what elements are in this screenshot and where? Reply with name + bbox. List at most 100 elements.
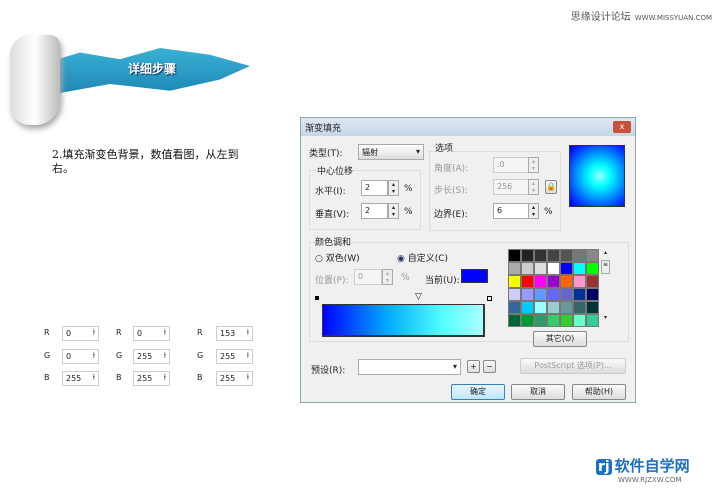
palette-swatch[interactable]	[521, 275, 534, 288]
end-marker[interactable]	[487, 296, 492, 301]
vertical-spinner[interactable]: ▴ ▾	[388, 203, 399, 219]
channel-label: B	[116, 373, 122, 382]
steps-spinner[interactable]: ▴ ▾	[528, 179, 539, 195]
palette-swatch[interactable]	[508, 262, 521, 275]
steps-input[interactable]: 256	[493, 179, 529, 195]
palette-swatch[interactable]	[573, 288, 586, 301]
banner: 详细步骤	[10, 30, 260, 125]
start-marker[interactable]	[315, 296, 319, 300]
palette-swatch[interactable]	[586, 288, 599, 301]
palette-swatch[interactable]	[534, 301, 547, 314]
current-color-swatch[interactable]	[461, 269, 488, 283]
edge-input[interactable]: 6	[493, 203, 529, 219]
palette-swatch[interactable]	[508, 301, 521, 314]
spinner-icon[interactable]: ⍿	[93, 351, 95, 361]
horizontal-spinner[interactable]: ▴ ▾	[388, 180, 399, 196]
palette-swatch[interactable]	[573, 275, 586, 288]
channel-g-input[interactable]: 255 ⍿	[133, 349, 170, 364]
palette-swatch[interactable]	[534, 275, 547, 288]
palette-swatch[interactable]	[586, 262, 599, 275]
palette-swatch[interactable]	[521, 314, 534, 327]
palette-swatch[interactable]	[560, 288, 573, 301]
palette-swatch[interactable]	[547, 314, 560, 327]
spinner-icon[interactable]: ⍿	[164, 373, 166, 383]
two-color-radio[interactable]: ○ 双色(W)	[315, 251, 360, 264]
palette-swatch[interactable]	[560, 275, 573, 288]
palette-swatch[interactable]	[560, 262, 573, 275]
palette-swatch[interactable]	[547, 301, 560, 314]
channel-r-input[interactable]: 0 ⍿	[62, 326, 99, 341]
channel-g-input[interactable]: 255 ⍿	[216, 349, 253, 364]
channel-label: R	[197, 328, 203, 337]
horizontal-input[interactable]: 2	[361, 180, 388, 196]
palette-swatch[interactable]	[521, 288, 534, 301]
palette-swatch[interactable]	[547, 275, 560, 288]
palette-swatch[interactable]	[521, 262, 534, 275]
edge-spinner[interactable]: ▴ ▾	[528, 203, 539, 219]
channel-b-input[interactable]: 255 ⍿	[62, 371, 99, 386]
midpoint-triangle-icon[interactable]: ▽	[415, 292, 422, 302]
position-spinner[interactable]: ▴ ▾	[382, 269, 393, 285]
angle-input[interactable]: .0	[493, 157, 529, 173]
help-button[interactable]: 帮助(H)	[572, 384, 626, 400]
channel-g-input[interactable]: 0 ⍿	[62, 349, 99, 364]
banner-title: 详细步骤	[128, 62, 177, 76]
palette-scrollbar[interactable]: ▴ ≡ ▾	[601, 249, 610, 327]
palette-swatch[interactable]	[560, 249, 573, 262]
palette-swatch[interactable]	[547, 249, 560, 262]
spinner-icon[interactable]: ⍿	[164, 328, 166, 338]
palette-swatch[interactable]	[547, 262, 560, 275]
site-logo: rj 软件自学网 WWW.RJZXW.COM	[596, 457, 690, 484]
palette-swatch[interactable]	[508, 275, 521, 288]
postscript-options-button[interactable]: PostScript 选项(P)...	[520, 358, 626, 374]
close-button[interactable]: x	[613, 121, 631, 133]
spinner-icon[interactable]: ⍿	[164, 351, 166, 361]
percent-label: %	[404, 207, 413, 217]
palette-swatch[interactable]	[534, 262, 547, 275]
add-preset-button[interactable]: +	[467, 360, 480, 373]
palette-swatch[interactable]	[560, 314, 573, 327]
palette-swatch[interactable]	[521, 249, 534, 262]
palette-swatch[interactable]	[573, 249, 586, 262]
channel-label: R	[116, 328, 122, 337]
palette-swatch[interactable]	[586, 314, 599, 327]
spinner-icon[interactable]: ⍿	[247, 328, 249, 338]
palette-swatch[interactable]	[573, 314, 586, 327]
color-palette[interactable]	[508, 249, 599, 327]
palette-swatch[interactable]	[573, 262, 586, 275]
cancel-button[interactable]: 取消	[511, 384, 565, 400]
palette-swatch[interactable]	[508, 288, 521, 301]
type-select[interactable]: 辐射 ▾	[358, 144, 424, 160]
gradient-bar[interactable]	[322, 304, 485, 337]
palette-swatch[interactable]	[534, 249, 547, 262]
palette-swatch[interactable]	[547, 288, 560, 301]
spinner-icon[interactable]: ⍿	[247, 351, 249, 361]
channel-r-input[interactable]: 0 ⍿	[133, 326, 170, 341]
position-input[interactable]: 0	[354, 269, 382, 285]
spinner-icon[interactable]: ⍿	[93, 373, 95, 383]
palette-swatch[interactable]	[573, 301, 586, 314]
palette-swatch[interactable]	[534, 314, 547, 327]
spinner-icon[interactable]: ⍿	[247, 373, 249, 383]
custom-radio[interactable]: ◉ 自定义(C)	[397, 251, 448, 264]
palette-swatch[interactable]	[534, 288, 547, 301]
palette-swatch[interactable]	[560, 301, 573, 314]
steps-label: 步长(S):	[434, 186, 468, 196]
channel-b-input[interactable]: 255 ⍿	[133, 371, 170, 386]
palette-swatch[interactable]	[586, 249, 599, 262]
ok-button[interactable]: 确定	[451, 384, 505, 400]
remove-preset-button[interactable]: −	[483, 360, 496, 373]
vertical-input[interactable]: 2	[361, 203, 388, 219]
spinner-icon[interactable]: ⍿	[93, 328, 95, 338]
palette-swatch[interactable]	[586, 275, 599, 288]
lock-icon[interactable]: 🔒	[545, 180, 557, 194]
angle-spinner[interactable]: ▴ ▾	[528, 157, 539, 173]
palette-swatch[interactable]	[508, 314, 521, 327]
palette-swatch[interactable]	[521, 301, 534, 314]
preset-input[interactable]: ▾	[358, 359, 461, 375]
others-button[interactable]: 其它(O)	[533, 331, 587, 347]
channel-b-input[interactable]: 255 ⍿	[216, 371, 253, 386]
palette-swatch[interactable]	[586, 301, 599, 314]
channel-r-input[interactable]: 153 ⍿	[216, 326, 253, 341]
palette-swatch[interactable]	[508, 249, 521, 262]
